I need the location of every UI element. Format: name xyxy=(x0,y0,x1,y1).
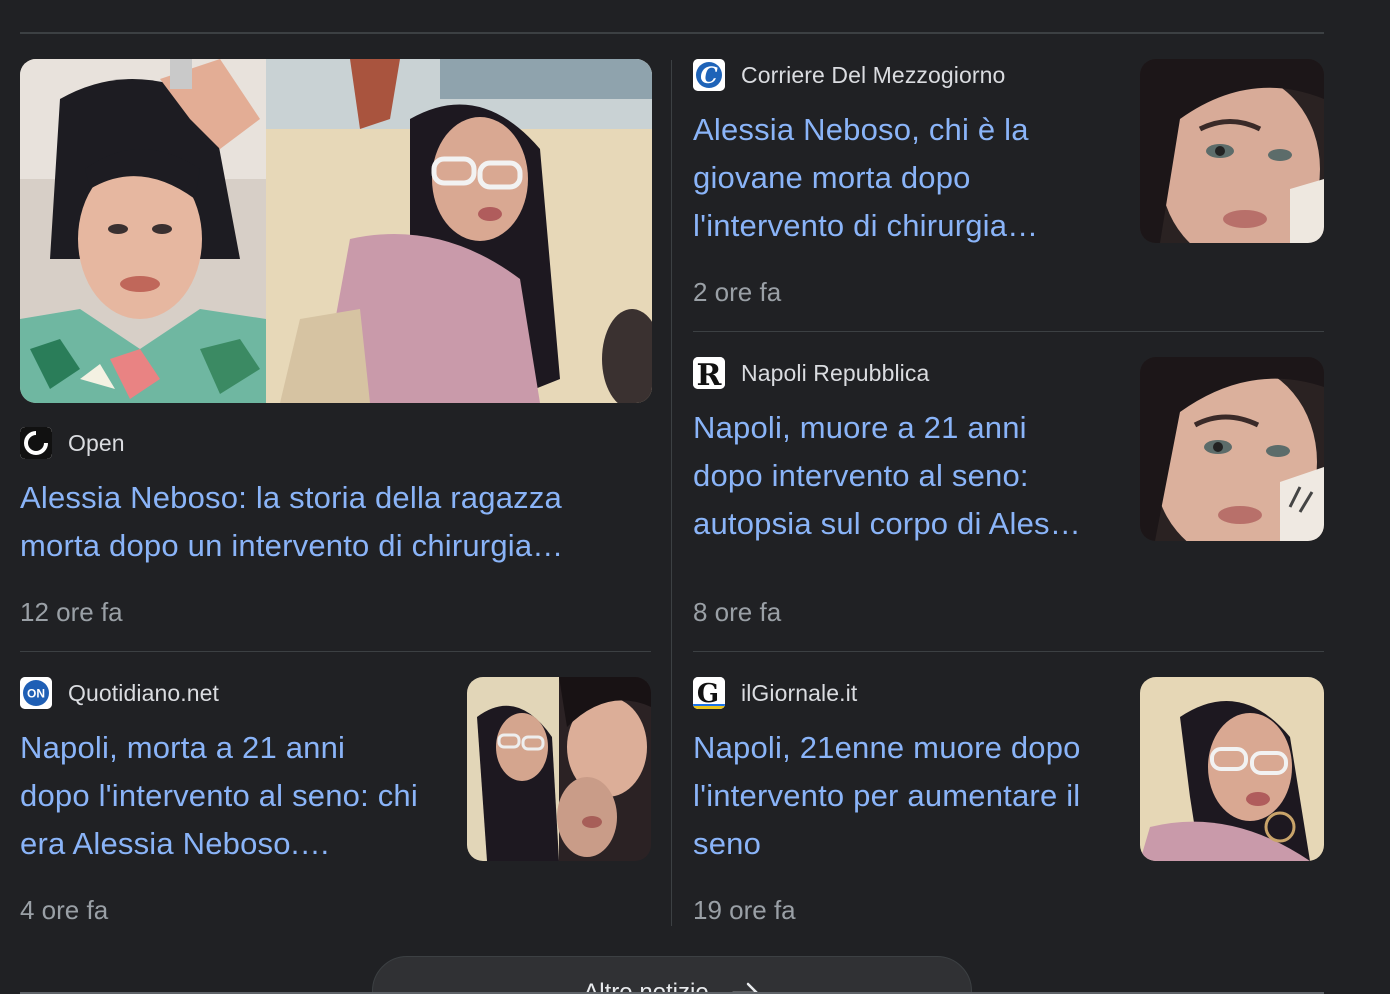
headline-line: era Alessia Neboso.… xyxy=(20,826,331,861)
source-name: Open xyxy=(68,429,125,456)
article-thumbnail xyxy=(1140,677,1324,861)
timestamp: 12 ore fa xyxy=(20,597,123,627)
timestamp: 8 ore fa xyxy=(693,597,782,627)
headline-line: Napoli, 21enne muore dopo xyxy=(693,730,1081,765)
article-thumbnail xyxy=(1140,59,1324,243)
headline-line: morta dopo un intervento di chirurgia… xyxy=(20,528,564,563)
headline-line: seno xyxy=(693,826,762,861)
headline-line: autopsia sul corpo di Ales… xyxy=(693,506,1081,541)
headline[interactable]: Napoli, morta a 21 anni dopo l'intervent… xyxy=(20,724,418,868)
source-row: Open xyxy=(20,427,125,459)
news-card-corriere[interactable]: C Corriere Del Mezzogiorno Alessia Nebos… xyxy=(672,40,1332,330)
article-thumbnail xyxy=(20,59,652,403)
source-name: Corriere Del Mezzogiorno xyxy=(741,61,1006,88)
timestamp: 19 ore fa xyxy=(693,895,796,925)
headline[interactable]: Alessia Neboso: la storia della ragazza … xyxy=(20,474,564,570)
more-news-button[interactable]: Altre notizie xyxy=(372,956,972,994)
source-row: R Napoli Repubblica xyxy=(693,357,929,389)
article-thumbnail xyxy=(1140,357,1324,541)
headline-line: Napoli, morta a 21 anni xyxy=(20,730,346,765)
row-divider xyxy=(20,651,651,652)
svg-text:R: R xyxy=(697,358,723,389)
news-card-repubblica[interactable]: R Napoli Repubblica Napoli, muore a 21 a… xyxy=(672,340,1332,640)
headline-line: Alessia Neboso, chi è la xyxy=(693,112,1029,147)
source-row: ON Quotidiano.net xyxy=(20,677,219,709)
news-card-quotidiano[interactable]: ON Quotidiano.net Napoli, morta a 21 ann… xyxy=(0,660,660,940)
source-name: ilGiornale.it xyxy=(741,679,858,706)
source-name: Napoli Repubblica xyxy=(741,359,930,386)
svg-text:ON: ON xyxy=(27,687,45,701)
article-thumbnail xyxy=(467,677,651,861)
news-card-giornale[interactable]: G ilGiornale.it Napoli, 21enne muore dop… xyxy=(672,660,1332,940)
headline-line: Alessia Neboso: la storia della ragazza xyxy=(20,480,562,515)
headline-line: dopo l'intervento al seno: chi xyxy=(20,778,418,813)
corriere-c-icon: C xyxy=(693,59,725,91)
headline-line: Napoli, muore a 21 anni xyxy=(693,410,1027,445)
news-card-open[interactable]: Open Alessia Neboso: la storia della rag… xyxy=(0,0,660,640)
svg-text:C: C xyxy=(700,63,718,89)
quotidiano-on-icon: ON xyxy=(20,677,52,709)
giornale-g-icon: G xyxy=(693,677,725,709)
source-row: C Corriere Del Mezzogiorno xyxy=(693,59,1005,91)
source-row: G ilGiornale.it xyxy=(693,677,857,709)
row-divider xyxy=(693,651,1324,652)
top-stories-panel: Open Alessia Neboso: la storia della rag… xyxy=(0,0,1390,994)
headline-line: l'intervento di chirurgia… xyxy=(693,208,1039,243)
row-divider xyxy=(693,331,1324,332)
headline-line: giovane morta dopo xyxy=(693,160,971,195)
headline[interactable]: Napoli, muore a 21 anni dopo intervento … xyxy=(693,404,1081,548)
source-name: Quotidiano.net xyxy=(68,679,220,706)
timestamp: 4 ore fa xyxy=(20,895,109,925)
open-ring-icon xyxy=(20,427,52,459)
headline-line: dopo intervento al seno: xyxy=(693,458,1029,493)
headline[interactable]: Alessia Neboso, chi è la giovane morta d… xyxy=(693,106,1038,250)
repubblica-r-icon: R xyxy=(693,357,725,389)
timestamp: 2 ore fa xyxy=(693,277,782,307)
headline[interactable]: Napoli, 21enne muore dopo l'intervento p… xyxy=(693,724,1081,868)
headline-line: l'intervento per aumentare il xyxy=(693,778,1081,813)
